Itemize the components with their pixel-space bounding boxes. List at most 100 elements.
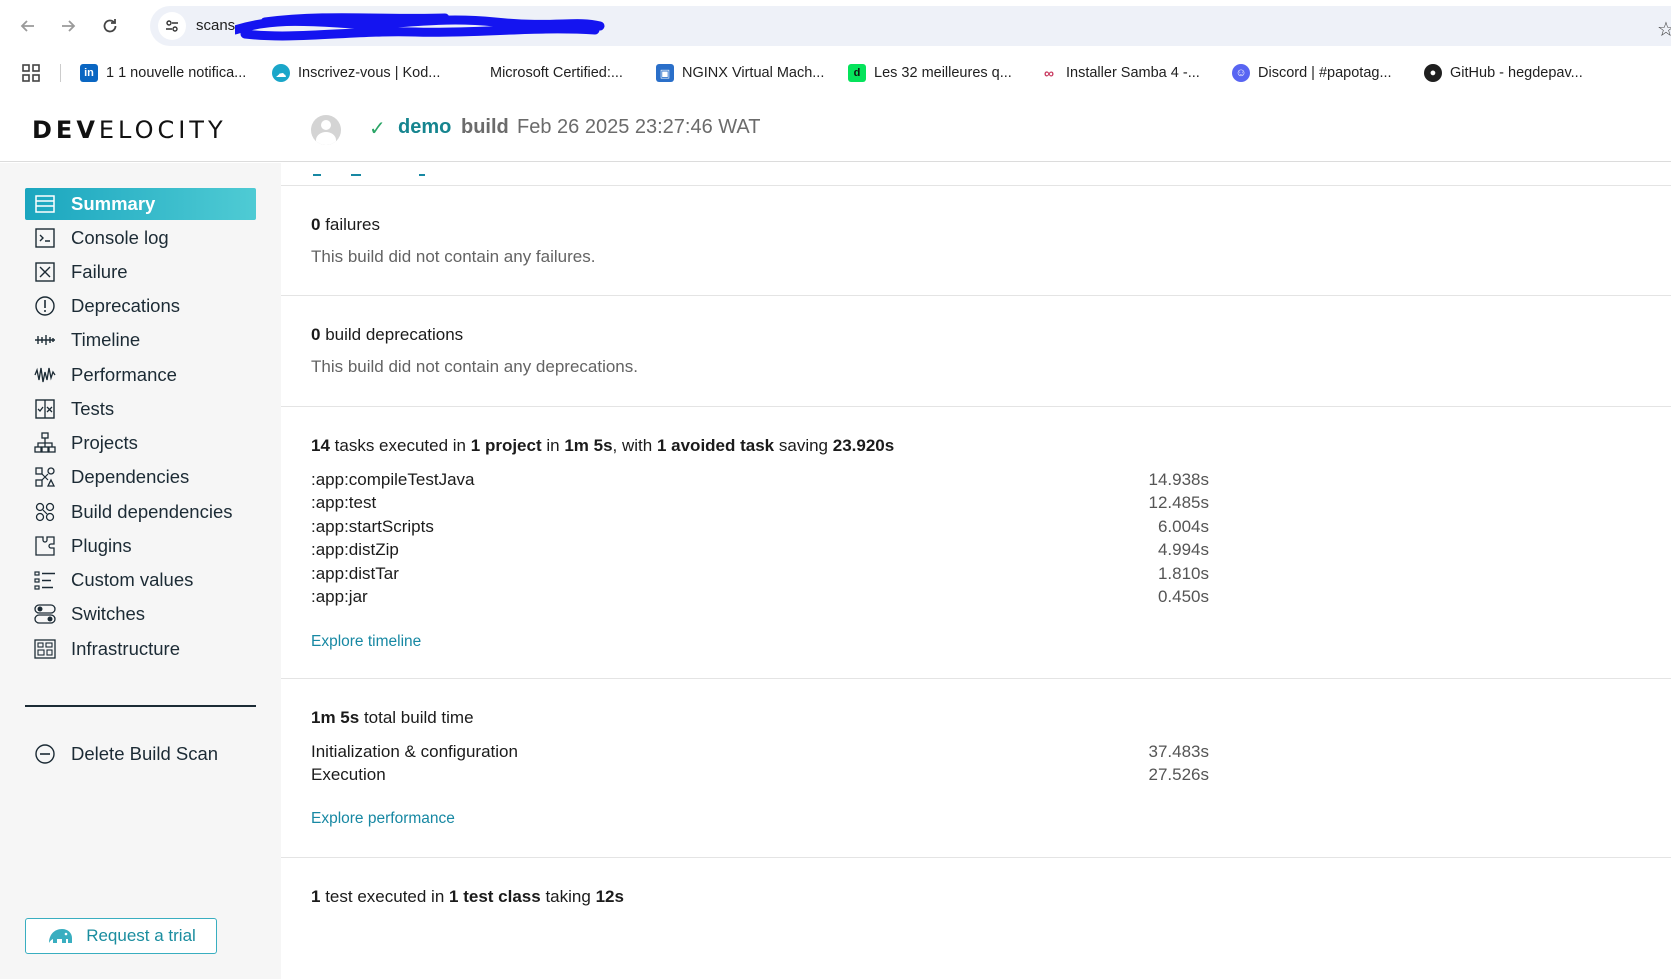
task-row[interactable]: :app:jar 0.450s: [311, 587, 1209, 607]
sidebar-item-label: Infrastructure: [71, 638, 180, 659]
requested-task: build: [461, 116, 509, 138]
bookmarks-bar: in 1 1 nouvelle notifica... ☁ Inscrivez-…: [0, 52, 1671, 94]
kodekloud-icon: ☁: [272, 64, 290, 82]
linkedin-icon: in: [80, 64, 98, 82]
samba-icon: ∞: [1044, 65, 1054, 81]
sidebar-item-label: Custom values: [71, 569, 194, 590]
failures-title: 0 failures: [311, 215, 381, 234]
nginx-vm-icon: ▣: [656, 64, 674, 82]
performance-title: 1m 5s total build time: [311, 708, 474, 727]
bookmark-nginx[interactable]: ▣ NGINX Virtual Mach...: [656, 60, 824, 86]
explore-performance-link[interactable]: Explore performance: [311, 810, 455, 828]
request-trial-button[interactable]: Request a trial: [25, 918, 217, 954]
sidebar-item-build-dependencies[interactable]: Build dependencies: [25, 496, 256, 528]
sidebar-item-label: Performance: [71, 364, 177, 385]
projects-icon: [33, 431, 57, 455]
bookmark-label: Les 32 meilleures q...: [874, 65, 1012, 81]
sidebar-item-deprecations[interactable]: Deprecations: [25, 290, 256, 322]
bookmark-discord[interactable]: ☺ Discord | #papotag...: [1232, 60, 1392, 86]
sidebar-item-summary[interactable]: Summary: [25, 188, 256, 220]
deprecation-icon: [33, 294, 57, 318]
infrastructure-icon: [33, 637, 57, 661]
sidebar-item-plugins[interactable]: Plugins: [25, 530, 256, 562]
sidebar-item-projects[interactable]: Projects: [25, 427, 256, 459]
performance-row: Initialization & configuration 37.483s: [311, 742, 1209, 761]
arrow-left-icon: [20, 20, 34, 32]
task-row[interactable]: :app:distTar 1.810s: [311, 564, 1209, 584]
forward-button[interactable]: [54, 12, 82, 40]
bookmark-label: GitHub - hegdepav...: [1450, 65, 1583, 81]
sidebar-item-performance[interactable]: Performance: [25, 359, 256, 391]
custom-values-icon: [33, 568, 57, 592]
sidebar-item-tests[interactable]: Tests: [25, 393, 256, 425]
logo-bold: DEV: [32, 116, 99, 144]
redaction-scribble: [235, 13, 605, 41]
bookmark-label: Installer Samba 4 -...: [1066, 65, 1200, 81]
trial-label: Request a trial: [86, 926, 196, 945]
main-content: 0 failures This build did not contain an…: [281, 163, 1671, 979]
bookmark-star-icon[interactable]: ☆: [1657, 20, 1671, 40]
logo-rest: ELOCITY: [98, 116, 227, 144]
task-row[interactable]: :app:startScripts 6.004s: [311, 517, 1209, 537]
bookmark-microsoft[interactable]: Microsoft Certified:...: [464, 60, 623, 86]
delete-build-scan-button[interactable]: Delete Build Scan: [25, 738, 256, 770]
browser-toolbar: scans ☆: [0, 0, 1671, 52]
bookmark-datacamp[interactable]: d Les 32 meilleures q...: [848, 60, 1012, 86]
elephant-icon: [49, 929, 73, 943]
apps-grid-icon[interactable]: [22, 64, 40, 82]
site-info-icon[interactable]: [158, 12, 186, 40]
project-name[interactable]: demo: [398, 116, 451, 139]
task-row[interactable]: :app:distZip 4.994s: [311, 540, 1209, 560]
address-bar[interactable]: scans ☆: [150, 6, 1671, 46]
reload-button[interactable]: [96, 12, 124, 40]
bookmark-label: Discord | #papotag...: [1258, 65, 1392, 81]
sidebar-item-label: Failure: [71, 261, 128, 282]
sidebar-item-label: Timeline: [71, 329, 141, 350]
performance-icon: [33, 363, 57, 387]
bookmark-samba[interactable]: ∞ Installer Samba 4 -...: [1040, 60, 1200, 86]
section-top-cut: [281, 163, 1671, 186]
bookmarks-separator: [60, 64, 61, 82]
develocity-logo[interactable]: DEVELOCITY: [32, 116, 227, 144]
tests-icon: [33, 397, 57, 421]
reload-icon: [103, 19, 117, 33]
bookmark-github[interactable]: ● GitHub - hegdepav...: [1424, 60, 1583, 86]
delete-circle-icon: [33, 742, 57, 766]
bookmark-linkedin[interactable]: in 1 1 nouvelle notifica...: [80, 60, 246, 86]
sidebar-item-label: Tests: [71, 398, 115, 419]
explore-timeline-link[interactable]: Explore timeline: [311, 633, 421, 651]
sidebar-item-switches[interactable]: Switches: [25, 598, 256, 630]
sidebar-item-dependencies[interactable]: Dependencies: [25, 461, 256, 493]
sidebar-item-label: Plugins: [71, 535, 132, 556]
bookmark-kodekloud[interactable]: ☁ Inscrivez-vous | Kod...: [272, 60, 440, 86]
sidebar-item-label: Projects: [71, 432, 138, 453]
url-text: scans: [196, 17, 236, 34]
sidebar-item-label: Build dependencies: [71, 501, 233, 522]
sidebar-item-label: Dependencies: [71, 466, 190, 487]
task-row[interactable]: :app:test 12.485s: [311, 493, 1209, 513]
task-row[interactable]: :app:compileTestJava 14.938s: [311, 470, 1209, 490]
section-failures: 0 failures This build did not contain an…: [281, 186, 1671, 296]
performance-row: Execution 27.526s: [311, 765, 1209, 784]
deprecations-desc: This build did not contain any deprecati…: [311, 357, 638, 376]
plugins-icon: [33, 534, 57, 558]
sidebar-item-custom-values[interactable]: Custom values: [25, 564, 256, 596]
sidebar-item-label: Console log: [71, 227, 169, 248]
build-date: Feb 26 2025 23:27:46 WAT: [517, 116, 761, 138]
discord-icon: ☺: [1232, 64, 1250, 82]
app-header: DEVELOCITY ✓ demo build Feb 26 2025 23:2…: [0, 94, 1671, 162]
github-icon: ●: [1424, 64, 1442, 82]
arrow-right-icon: [62, 20, 76, 32]
datacamp-icon: d: [848, 64, 866, 82]
sidebar-item-console-log[interactable]: Console log: [25, 222, 256, 254]
sidebar-item-label: Summary: [71, 193, 156, 214]
sidebar-item-failure[interactable]: Failure: [25, 256, 256, 288]
sidebar: Summary Console log Failure Deprecations…: [0, 163, 281, 979]
back-button[interactable]: [14, 12, 42, 40]
delete-label: Delete Build Scan: [71, 743, 219, 764]
avatar[interactable]: [311, 115, 341, 145]
sidebar-item-label: Switches: [71, 603, 146, 624]
sidebar-item-timeline[interactable]: Timeline: [25, 324, 256, 356]
section-tests: 1 test executed in 1 test class taking 1…: [281, 858, 1671, 979]
sidebar-item-infrastructure[interactable]: Infrastructure: [25, 633, 256, 665]
